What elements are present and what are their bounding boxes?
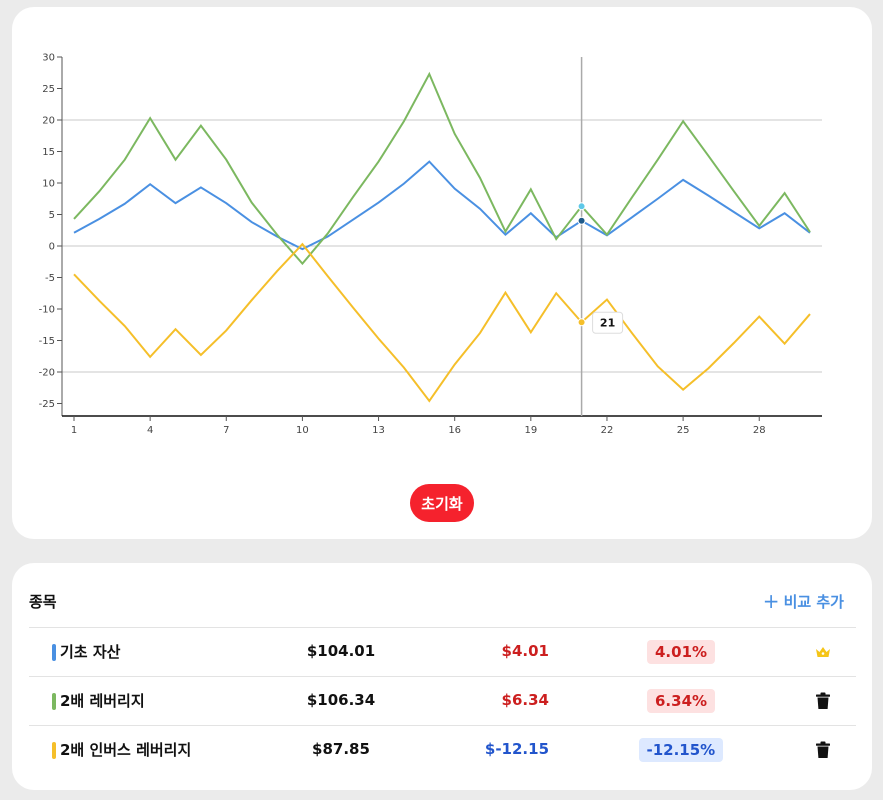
y-tick-label: 10 (42, 179, 55, 190)
x-tick-label: 25 (677, 425, 690, 436)
ticker-price: $104.01 (306, 642, 376, 660)
reset-button[interactable]: 초기화 (410, 484, 474, 522)
ticker-change-pct: 6.34% (647, 689, 716, 713)
ticker-change: $-12.15 (484, 740, 549, 758)
y-tick-label: -5 (45, 273, 55, 284)
ticker-price: $106.34 (306, 691, 376, 709)
series-color-bar (52, 644, 56, 661)
ticker-price: $87.85 (312, 740, 370, 758)
y-tick-label: -20 (39, 368, 55, 379)
ticker-name: 2배 인버스 레버리지 (60, 741, 192, 759)
y-tick-label: 20 (42, 116, 55, 127)
y-tick-label: 30 (42, 53, 55, 64)
ticker-row: 기초 자산 $104.01 $4.01 4.01% (29, 627, 856, 676)
y-tick-label: 0 (49, 242, 55, 253)
ticker-row: 2배 레버리지 $106.34 $6.34 6.34% (29, 676, 856, 725)
ticker-change: $6.34 (501, 691, 549, 709)
hover-marker (577, 318, 586, 327)
x-tick-label: 28 (753, 425, 766, 436)
x-tick-label: 13 (372, 425, 385, 436)
y-tick-label: 25 (42, 84, 55, 95)
series-line-2x (73, 71, 811, 266)
x-tick-label: 16 (448, 425, 461, 436)
x-tick-label: 22 (601, 425, 614, 436)
ticker-change-pct: 4.01% (647, 640, 716, 664)
x-tick-label: 1 (71, 425, 77, 436)
add-compare-label: 비교 추가 (783, 592, 844, 611)
hover-marker (577, 216, 586, 225)
series-color-bar (52, 742, 56, 759)
crown-icon[interactable] (813, 642, 833, 662)
ticker-row: 2배 인버스 레버리지 $87.85 $-12.15 -12.15% (29, 725, 856, 774)
x-tick-label: 7 (223, 425, 229, 436)
series-line-base (73, 160, 811, 251)
list-header: 종목 + 비교 추가 (29, 589, 844, 613)
ticker-change-pct: -12.15% (638, 738, 724, 762)
trash-icon[interactable] (813, 740, 833, 760)
ticker-change: $4.01 (501, 642, 549, 660)
chart-card: 30 25 20 15 10 5 0 -5 -10 -15 -20 -25 1 4 7 10 13 16 19 22 2… (12, 7, 872, 539)
y-tick-label: -25 (39, 399, 55, 410)
y-tick-label: 15 (42, 147, 55, 158)
y-tick-label: 5 (49, 210, 55, 221)
hover-marker (577, 202, 586, 211)
series-line-inverse (73, 242, 811, 403)
ticker-rows: 기초 자산 $104.01 $4.01 4.01% 2배 레버리지 $106.3… (29, 627, 856, 774)
add-compare-button[interactable]: + 비교 추가 (763, 591, 844, 612)
line-chart[interactable]: 30 25 20 15 10 5 0 -5 -10 -15 -20 -25 1 4 7 10 13 16 19 22 2… (12, 7, 872, 539)
list-title: 종목 (29, 592, 57, 611)
ticker-name: 2배 레버리지 (60, 692, 145, 710)
y-tick-label: -15 (39, 336, 55, 347)
ticker-name: 기초 자산 (60, 643, 121, 661)
x-tick-label: 4 (147, 425, 153, 436)
trash-icon[interactable] (813, 691, 833, 711)
x-tick-label: 19 (524, 425, 537, 436)
x-tick-label: 10 (296, 425, 309, 436)
hover-tooltip-label: 21 (600, 317, 615, 330)
plus-icon: + (762, 589, 780, 613)
y-tick-label: -10 (39, 305, 55, 316)
series-color-bar (52, 693, 56, 710)
ticker-list-card: 종목 + 비교 추가 기초 자산 $104.01 $4.01 4.01% 2배 … (12, 563, 872, 790)
